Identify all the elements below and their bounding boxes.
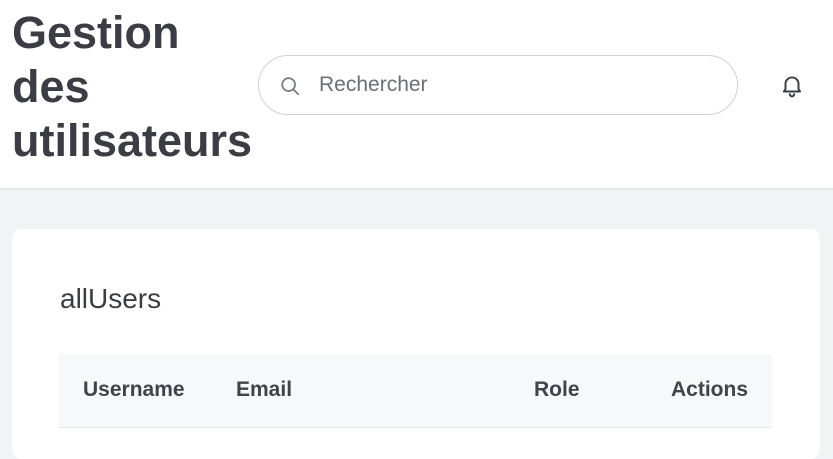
card-title: allUsers bbox=[60, 283, 162, 314]
search-icon bbox=[281, 77, 300, 96]
search-input[interactable] bbox=[319, 70, 719, 100]
top-header: Gestion des utilisateurs bbox=[0, 0, 833, 190]
column-header-email[interactable]: Email bbox=[236, 378, 292, 402]
table-header-row: Username Email Role Actions bbox=[59, 354, 772, 428]
column-header-username[interactable]: Username bbox=[83, 378, 185, 402]
bell-icon[interactable] bbox=[779, 72, 805, 98]
column-header-role[interactable]: Role bbox=[534, 378, 580, 402]
column-header-actions: Actions bbox=[671, 378, 749, 401]
search-bar[interactable] bbox=[258, 55, 738, 115]
users-card: allUsers Username Email Role Actions bbox=[12, 229, 820, 459]
page-title: Gestion des utilisateurs bbox=[12, 7, 253, 166]
